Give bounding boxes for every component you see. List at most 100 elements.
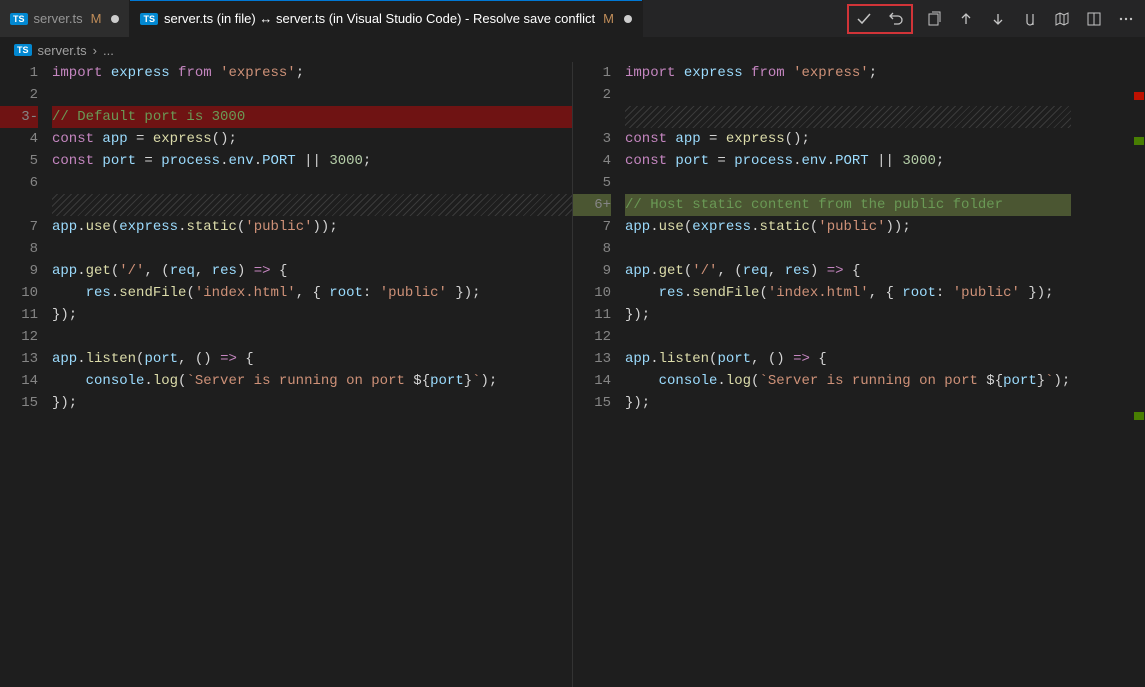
code-line[interactable]: app.get('/', (req, res) => { — [52, 260, 572, 282]
line-number: 13 — [0, 348, 38, 370]
line-number: 6+ — [573, 194, 611, 216]
line-number: 13 — [573, 348, 611, 370]
line-number: 11 — [573, 304, 611, 326]
code-line[interactable]: }); — [625, 392, 1145, 414]
code-line[interactable]: app.use(express.static('public')); — [52, 216, 572, 238]
code-line[interactable]: import express from 'express'; — [625, 62, 1145, 84]
code-line[interactable] — [52, 172, 572, 194]
code-line[interactable]: app.get('/', (req, res) => { — [625, 260, 1145, 282]
tab-label: server.ts (in file) ↔ server.ts (in Visu… — [164, 11, 595, 26]
tab-diff-server-ts[interactable]: TS server.ts (in file) ↔ server.ts (in V… — [130, 0, 642, 37]
line-number: 14 — [573, 370, 611, 392]
tabs-bar: TS server.ts M TS server.ts (in file) ↔ … — [0, 0, 1145, 38]
line-number: 12 — [0, 326, 38, 348]
modified-badge: M — [603, 11, 614, 26]
line-number: 2 — [573, 84, 611, 106]
line-number: 9 — [0, 260, 38, 282]
map-icon[interactable] — [1051, 8, 1073, 30]
apply-icon[interactable] — [923, 8, 945, 30]
code-line[interactable] — [625, 326, 1145, 348]
code-line[interactable] — [625, 238, 1145, 260]
code-line[interactable]: }); — [625, 304, 1145, 326]
code-line[interactable] — [625, 172, 1145, 194]
code-line[interactable]: console.log(`Server is running on port $… — [52, 370, 572, 392]
code-line[interactable]: const port = process.env.PORT || 3000; — [52, 150, 572, 172]
line-number: 1 — [0, 62, 38, 84]
code-line[interactable] — [52, 84, 572, 106]
line-number: 4 — [573, 150, 611, 172]
code-line[interactable] — [52, 238, 572, 260]
line-number: 2 — [0, 84, 38, 106]
code-line[interactable] — [52, 194, 572, 216]
ruler-mark-added — [1134, 412, 1144, 420]
line-number: 12 — [573, 326, 611, 348]
accept-revert-group — [847, 4, 913, 34]
ruler-mark-added — [1134, 137, 1144, 145]
revert-icon[interactable] — [885, 8, 907, 30]
line-number: 15 — [573, 392, 611, 414]
scrollbar-vertical[interactable] — [1131, 62, 1145, 687]
arrow-up-icon[interactable] — [955, 8, 977, 30]
line-number: 6 — [0, 172, 38, 194]
code-line[interactable]: const app = express(); — [625, 128, 1145, 150]
line-number: 11 — [0, 304, 38, 326]
diff-pane-right[interactable]: 123456+789101112131415 import express fr… — [573, 62, 1145, 687]
tabs-spacer — [643, 0, 839, 37]
line-number: 7 — [0, 216, 38, 238]
dirty-indicator — [624, 15, 632, 23]
code-line[interactable] — [625, 106, 1145, 128]
line-number — [573, 106, 611, 128]
line-number: 10 — [0, 282, 38, 304]
more-icon[interactable] — [1115, 8, 1137, 30]
line-number: 9 — [573, 260, 611, 282]
tab-actions — [839, 0, 1145, 37]
code-line[interactable]: app.use(express.static('public')); — [625, 216, 1145, 238]
ruler-mark-removed — [1134, 92, 1144, 100]
line-number: 8 — [0, 238, 38, 260]
line-number: 7 — [573, 216, 611, 238]
code-line[interactable]: // Default port is 3000 — [52, 106, 572, 128]
ts-icon: TS — [140, 13, 158, 25]
line-number: 8 — [573, 238, 611, 260]
minimap[interactable] — [1071, 62, 1131, 687]
code-right[interactable]: import express from 'express'; const app … — [625, 62, 1145, 687]
line-number: 15 — [0, 392, 38, 414]
whitespace-icon[interactable] — [1019, 8, 1041, 30]
tab-label: server.ts — [34, 11, 83, 26]
code-line[interactable]: app.listen(port, () => { — [52, 348, 572, 370]
line-number: 14 — [0, 370, 38, 392]
line-number: 3 — [573, 128, 611, 150]
gutter-right: 123456+789101112131415 — [573, 62, 625, 687]
breadcrumb-sep: › — [93, 43, 97, 58]
accept-icon[interactable] — [853, 8, 875, 30]
code-line[interactable] — [52, 326, 572, 348]
editor-area: 123-456789101112131415 import express fr… — [0, 62, 1145, 687]
code-line[interactable]: res.sendFile('index.html', { root: 'publ… — [52, 282, 572, 304]
code-line[interactable]: console.log(`Server is running on port $… — [625, 370, 1145, 392]
line-number: 3- — [0, 106, 38, 128]
arrow-down-icon[interactable] — [987, 8, 1009, 30]
code-line[interactable]: const app = express(); — [52, 128, 572, 150]
breadcrumb-tail: ... — [103, 43, 114, 58]
ts-icon: TS — [14, 44, 32, 56]
code-line[interactable]: }); — [52, 392, 572, 414]
ts-icon: TS — [10, 13, 28, 25]
code-line[interactable]: app.listen(port, () => { — [625, 348, 1145, 370]
split-editor-icon[interactable] — [1083, 8, 1105, 30]
line-number: 5 — [573, 172, 611, 194]
code-left[interactable]: import express from 'express'; // Default… — [52, 62, 572, 687]
line-number — [0, 194, 38, 216]
code-line[interactable]: import express from 'express'; — [52, 62, 572, 84]
code-line[interactable]: // Host static content from the public f… — [625, 194, 1145, 216]
code-line[interactable]: res.sendFile('index.html', { root: 'publ… — [625, 282, 1145, 304]
dirty-indicator — [111, 15, 119, 23]
code-line[interactable]: }); — [52, 304, 572, 326]
gutter-left: 123-456789101112131415 — [0, 62, 52, 687]
tab-server-ts[interactable]: TS server.ts M — [0, 0, 130, 37]
breadcrumb-file: server.ts — [38, 43, 87, 58]
diff-pane-left[interactable]: 123-456789101112131415 import express fr… — [0, 62, 573, 687]
breadcrumb[interactable]: TS server.ts › ... — [0, 38, 1145, 62]
code-line[interactable]: const port = process.env.PORT || 3000; — [625, 150, 1145, 172]
code-line[interactable] — [625, 84, 1145, 106]
line-number: 4 — [0, 128, 38, 150]
